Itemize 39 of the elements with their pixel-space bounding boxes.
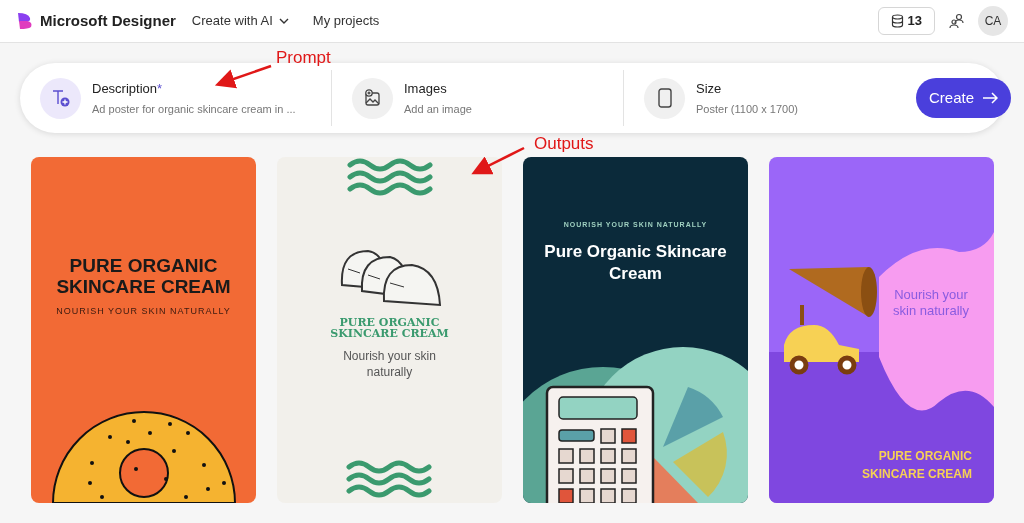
poster-subtitle: Nourish your skin naturally [342,348,437,380]
field-label: Description* [92,79,164,98]
nav-link[interactable]: My projects [312,11,380,31]
poster-card[interactable]: Nourish your skin naturally PURE ORGANIC SKINCARE CREAM [769,157,994,503]
prompt-field[interactable]: Size Poster (1100 x 1700) [624,70,916,126]
image-add-icon [362,88,383,108]
coins-icon [890,14,904,28]
annotation-arrow [214,64,272,89]
prompt-field[interactable]: Images Add an image [332,70,624,126]
pie-slice [673,432,727,497]
poster-title: PURE ORGANIC SKINCARE CREAM [329,317,450,339]
app-name: Microsoft Designer [40,10,176,31]
rectangle-icon [657,88,672,108]
create-button[interactable]: Create [916,78,1012,118]
field-value: Poster (1100 x 1700) [696,102,798,117]
arrow-right-icon [982,92,999,104]
field-value: Add an image [404,102,472,117]
text-add-icon [50,88,71,108]
poster-title: PURE ORGANIC SKINCARE CREAM [861,448,972,483]
poster-subtitle: NOURISH YOUR SKIN NATURALLY [56,305,231,318]
poster-subtitle: Nourish your skin naturally [892,287,970,319]
poster-card[interactable]: PURE ORGANIC SKINCARE CREAM NOURISH YOUR SKIN NATURALLY [31,157,256,503]
pie-slice [663,387,723,447]
poster-title: PURE ORGANIC SKINCARE CREAM [55,255,232,297]
annotation-label: Prompt [276,47,331,69]
annotation-label: Outputs [534,133,594,155]
field-label: Size [696,79,723,98]
prompt-field[interactable]: Description* Ad poster for organic skincare cream in ... [40,70,332,126]
logo-icon [16,12,34,30]
credits-button[interactable]: 13 [877,7,935,35]
user-avatar[interactable]: CA [978,6,1008,36]
annotation-arrow [471,146,525,175]
field-label: Images [404,79,448,98]
people-icon[interactable] [949,13,965,29]
poster-card[interactable]: PURE ORGANIC SKINCARE CREAM Nourish your skin naturally [277,157,502,503]
chevron-down-icon [278,18,289,24]
poster-title: Pure Organic Skincare Cream [543,240,728,285]
nav-link[interactable]: Create with AI [191,11,289,31]
field-value: Ad poster for organic skincare cream in ... [92,102,296,117]
